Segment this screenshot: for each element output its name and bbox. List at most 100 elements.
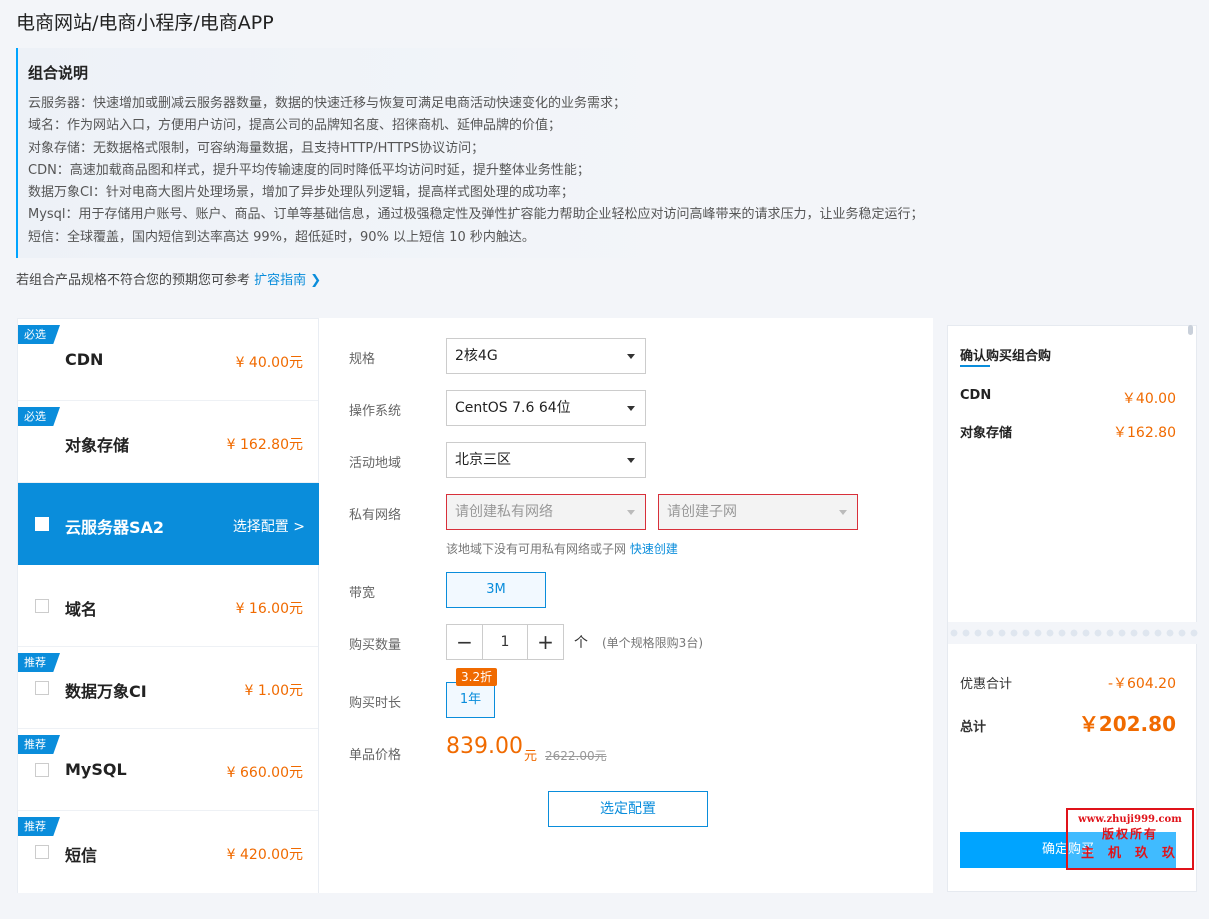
subnet-select[interactable]: 请创建子网 bbox=[658, 494, 858, 530]
chevron-down-icon bbox=[627, 406, 635, 411]
product-name: 短信 bbox=[65, 846, 98, 865]
discount-total: 优惠合计 -￥604.20 bbox=[960, 673, 1176, 693]
region-label: 活动地域 bbox=[349, 456, 402, 471]
duration-label: 购买时长 bbox=[349, 696, 402, 711]
description-line: 云服务器：快速增加或删减云服务器数量，数据的快速迁移与恢复可满足电商活动快速变化… bbox=[28, 96, 627, 111]
product-item-ci[interactable]: 推荐 数据万象CI ¥ 1.00元 bbox=[18, 647, 318, 729]
product-name: MySQL bbox=[65, 760, 127, 779]
watermark-brand: 主机玖玖 bbox=[1080, 846, 1189, 861]
product-item-cdn[interactable]: 必选 CDN ¥ 40.00元 bbox=[18, 319, 318, 401]
os-select[interactable]: CentOS 7.6 64位 bbox=[446, 390, 646, 426]
grand-total: 总计 ￥202.80 bbox=[960, 708, 1176, 737]
os-label: 操作系统 bbox=[349, 404, 402, 419]
product-checkbox[interactable] bbox=[35, 517, 49, 531]
quantity-input[interactable]: 1 bbox=[482, 625, 528, 659]
product-checkbox[interactable] bbox=[35, 845, 49, 859]
chevron-down-icon bbox=[627, 354, 635, 359]
bandwidth-label: 带宽 bbox=[349, 586, 376, 601]
description-line: 对象存储：无数据格式限制，可容纳海量数据，且支持HTTP/HTTPS协议访问； bbox=[28, 140, 485, 156]
scaling-hint: 若组合产品规格不符合您的预期您可参考 扩容指南 ❯ bbox=[16, 269, 321, 288]
description-line: 域名：作为网站入口，方便用户访问，提高公司的品牌知名度、招徕商机、延伸品牌的价值… bbox=[28, 118, 562, 134]
product-name: 域名 bbox=[65, 600, 98, 619]
original-price: 2622.00元 bbox=[545, 749, 607, 763]
product-item-domain[interactable]: 域名 ¥ 16.00元 bbox=[18, 565, 318, 647]
cart-title: 确认购买组合购 bbox=[960, 349, 1052, 364]
quantity-stepper: − 1 + bbox=[446, 624, 564, 660]
spec-select[interactable]: 2核4G bbox=[446, 338, 646, 374]
unit-price-currency: 元 bbox=[524, 749, 538, 764]
product-item-mysql[interactable]: 推荐 MySQL ¥ 660.00元 bbox=[18, 729, 318, 811]
description-line: 短信：全球覆盖，国内短信到达率高达 99%，超低延时，90% 以上短信 10 秒… bbox=[28, 229, 535, 245]
product-checkbox[interactable] bbox=[35, 763, 49, 777]
description-line: Mysql：用于存储用户账号、账户、商品、订单等基础信息，通过极强稳定性及弹性扩… bbox=[28, 207, 924, 223]
unit-price-label: 单品价格 bbox=[349, 748, 402, 763]
cart-separator bbox=[948, 622, 1198, 644]
chevron-down-icon bbox=[839, 510, 847, 515]
page-title: 电商网站/电商小程序/电商APP bbox=[16, 12, 274, 34]
cart-item-name: CDN bbox=[960, 388, 992, 403]
description-line: 数据万象CI：针对电商大图片处理场景，增加了异步处理队列逻辑，提高样式图处理的成… bbox=[28, 185, 574, 201]
quantity-label: 购买数量 bbox=[349, 638, 402, 653]
discount-tag: 3.2折 bbox=[456, 668, 498, 686]
total-value: ￥202.80 bbox=[1078, 712, 1176, 736]
product-name: 云服务器SA2 bbox=[65, 518, 165, 537]
vpc-hint-text: 该地域下没有可用私有网络或子网 bbox=[446, 542, 627, 556]
recommend-badge: 推荐 bbox=[18, 735, 60, 754]
discount-label: 优惠合计 bbox=[960, 677, 1013, 692]
combo-description: 组合说明 云服务器：快速增加或删减云服务器数量，数据的快速迁移与恢复可满足电商活… bbox=[16, 48, 924, 258]
subnet-placeholder: 请创建子网 bbox=[667, 504, 737, 520]
chevron-down-icon bbox=[627, 458, 635, 463]
recommend-badge: 推荐 bbox=[18, 817, 60, 836]
confirm-config-button[interactable]: 选定配置 bbox=[548, 791, 708, 827]
spec-label: 规格 bbox=[349, 352, 376, 367]
quick-create-link[interactable]: 快速创建 bbox=[630, 542, 678, 556]
quantity-limit: (单个规格限购3台) bbox=[602, 636, 703, 650]
select-config-link[interactable]: 选择配置 > bbox=[233, 516, 305, 536]
duration-option[interactable]: 1年 bbox=[446, 682, 495, 718]
product-checkbox[interactable] bbox=[35, 681, 49, 695]
description-title: 组合说明 bbox=[28, 64, 89, 82]
product-name: 数据万象CI bbox=[65, 682, 147, 701]
product-item-sms[interactable]: 推荐 短信 ¥ 420.00元 bbox=[18, 811, 318, 893]
product-item-cvm-sa2[interactable]: 云服务器SA2 选择配置 > bbox=[18, 483, 334, 565]
cart-item: CDN ￥40.00 bbox=[960, 388, 1176, 408]
watermark-copyright: 版权所有 bbox=[1101, 827, 1158, 841]
recommend-badge: 推荐 bbox=[18, 653, 60, 672]
product-list: 必选 CDN ¥ 40.00元 必选 对象存储 ¥ 162.80元 云服务器SA… bbox=[17, 318, 334, 893]
required-badge: 必选 bbox=[18, 407, 60, 426]
vpc-label: 私有网络 bbox=[349, 508, 402, 523]
unit-price: 839.00 bbox=[446, 734, 523, 759]
product-name: CDN bbox=[65, 350, 104, 369]
product-price: ¥ 660.00元 bbox=[226, 765, 303, 781]
cart-item-price: ￥162.80 bbox=[1113, 425, 1176, 441]
total-label: 总计 bbox=[960, 720, 987, 735]
region-select[interactable]: 北京三区 bbox=[446, 442, 646, 478]
bandwidth-option[interactable]: 3M bbox=[446, 572, 546, 608]
vpc-placeholder: 请创建私有网络 bbox=[455, 504, 553, 520]
product-item-object-storage[interactable]: 必选 对象存储 ¥ 162.80元 bbox=[18, 401, 318, 483]
cart-title-underline bbox=[960, 365, 990, 367]
region-value: 北京三区 bbox=[455, 452, 511, 468]
chevron-down-icon bbox=[627, 510, 635, 515]
product-price: ¥ 16.00元 bbox=[235, 601, 303, 617]
cart-item: 对象存储 ￥162.80 bbox=[960, 422, 1176, 442]
cart-item-name: 对象存储 bbox=[960, 426, 1013, 441]
cart-item-price: ￥40.00 bbox=[1121, 391, 1176, 407]
scaling-guide-link[interactable]: 扩容指南 ❯ bbox=[254, 273, 321, 288]
required-badge: 必选 bbox=[18, 325, 60, 344]
spec-value: 2核4G bbox=[455, 348, 498, 364]
copyright-watermark: www.zhuji999.com 版权所有 主机玖玖 bbox=[1066, 808, 1194, 870]
quantity-unit: 个 bbox=[574, 635, 588, 651]
hint-text: 若组合产品规格不符合您的预期您可参考 bbox=[16, 273, 251, 288]
vpc-select[interactable]: 请创建私有网络 bbox=[446, 494, 646, 530]
product-price: ¥ 420.00元 bbox=[226, 847, 303, 863]
plus-button[interactable]: + bbox=[528, 625, 563, 659]
product-checkbox[interactable] bbox=[35, 599, 49, 613]
product-name: 对象存储 bbox=[65, 436, 130, 455]
scrollbar[interactable] bbox=[1188, 325, 1193, 335]
minus-button[interactable]: − bbox=[447, 625, 482, 659]
watermark-url: www.zhuji999.com bbox=[1078, 814, 1182, 825]
description-line: CDN：高速加载商品图和样式，提升平均传输速度的同时降低平均访问时延，提升整体业… bbox=[28, 162, 590, 178]
discount-value: -￥604.20 bbox=[1107, 676, 1176, 692]
product-price: ¥ 162.80元 bbox=[226, 437, 303, 453]
